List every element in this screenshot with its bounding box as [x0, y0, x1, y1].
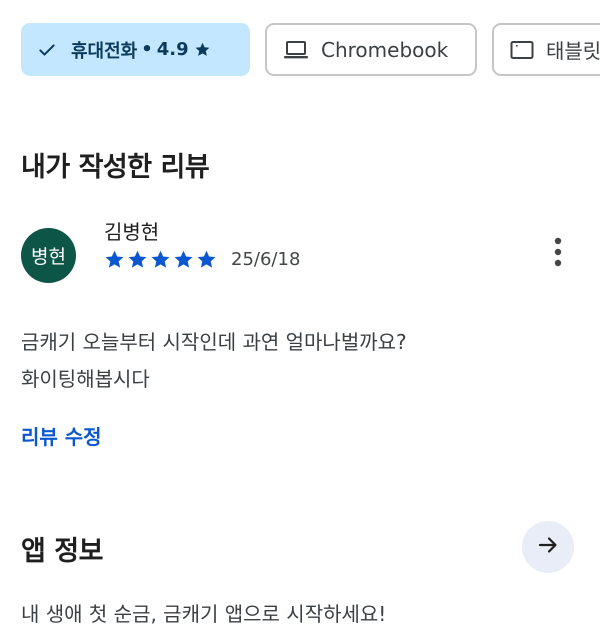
chip-phone-label: 휴대전화 [71, 40, 138, 62]
star-icon [173, 249, 194, 270]
review-text-line: 화이팅해봅시다 [21, 367, 150, 391]
chip-chromebook-label: Chromebook [321, 37, 449, 62]
chip-phone-separator: • [141, 39, 153, 60]
chip-tablet[interactable]: 태블릿 [492, 23, 600, 76]
star-icon [194, 41, 211, 58]
more-vert-icon [553, 236, 563, 272]
chip-tablet-label: 태블릿 [546, 39, 600, 63]
avatar: 병현 [21, 228, 76, 283]
edit-review-link[interactable]: 리뷰 수정 [21, 421, 102, 450]
review-body: 금캐기 오늘부터 시작인데 과연 얼마나벌까요? 화이팅해봅시다 [21, 324, 581, 398]
review-rating-row: 25/6/18 [104, 249, 300, 270]
device-filter-chips: 휴대전화 • 4.9 Chromebook 태블릿 [21, 23, 600, 76]
review-date: 25/6/18 [231, 249, 301, 270]
star-icon [127, 249, 148, 270]
app-review-page: 휴대전화 • 4.9 Chromebook 태블릿 내가 작성한 리뷰 병현 김… [0, 0, 600, 640]
app-info-arrow-button[interactable] [522, 521, 574, 573]
check-icon [37, 40, 57, 60]
avatar-text: 병현 [31, 246, 66, 268]
reviewer-name: 김병현 [104, 220, 160, 244]
star-icon [196, 249, 217, 270]
tablet-icon [510, 40, 534, 60]
app-info-title: 앱 정보 [21, 536, 103, 567]
my-review-title: 내가 작성한 리뷰 [21, 152, 210, 183]
star-rating [104, 249, 217, 270]
review-text-line: 금캐기 오늘부터 시작인데 과연 얼마나벌까요? [21, 330, 407, 354]
arrow-right-icon [536, 533, 560, 561]
laptop-icon [283, 40, 309, 60]
chip-chromebook[interactable]: Chromebook [265, 23, 477, 76]
star-icon [150, 249, 171, 270]
more-options-button[interactable] [540, 234, 576, 274]
chip-phone-rating: 4.9 [156, 39, 189, 60]
star-icon [104, 249, 125, 270]
chip-phone[interactable]: 휴대전화 • 4.9 [21, 23, 250, 76]
app-description: 내 생애 첫 순금, 금캐기 앱으로 시작하세요! [21, 602, 387, 626]
